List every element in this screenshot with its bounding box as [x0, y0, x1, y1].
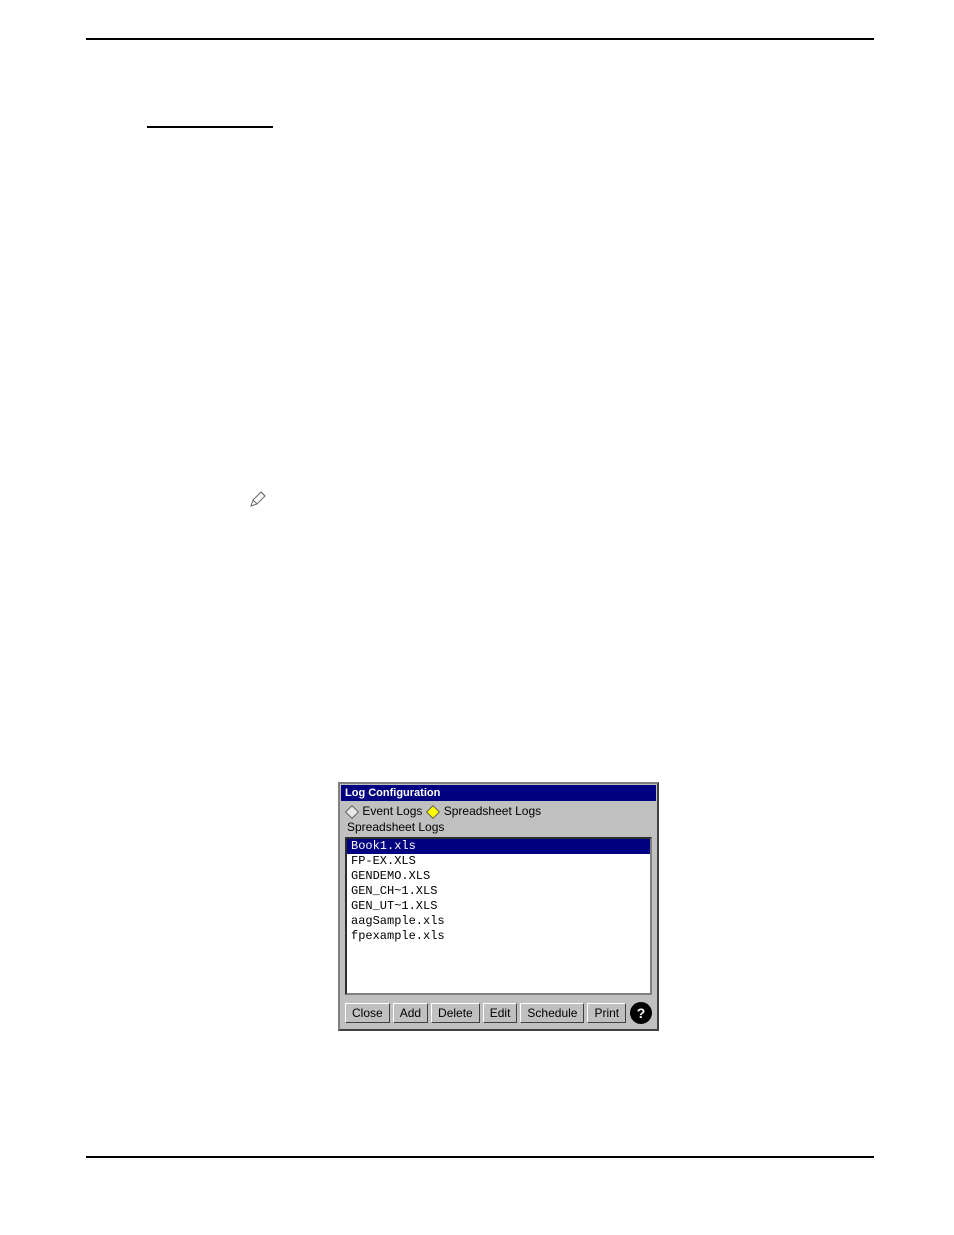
log-configuration-dialog: Log Configuration Event Logs Spreadsheet…	[338, 782, 659, 1031]
list-item[interactable]: GEN_UT~1.XLS	[347, 899, 650, 914]
delete-button[interactable]: Delete	[431, 1003, 480, 1023]
heading-underline	[147, 126, 273, 128]
help-button[interactable]: ?	[630, 1002, 652, 1024]
bottom-rule	[86, 1156, 874, 1158]
tab-event-logs-label: Event Logs	[362, 804, 422, 818]
page-content	[86, 38, 874, 40]
list-item[interactable]: fpexample.xls	[347, 929, 650, 944]
list-item[interactable]: GEN_CH~1.XLS	[347, 884, 650, 899]
help-icon: ?	[637, 1003, 646, 1023]
edit-button[interactable]: Edit	[483, 1003, 518, 1023]
dialog-titlebar: Log Configuration	[341, 785, 656, 801]
list-item[interactable]: GENDEMO.XLS	[347, 869, 650, 884]
list-item[interactable]: FP-EX.XLS	[347, 854, 650, 869]
schedule-button[interactable]: Schedule	[520, 1003, 584, 1023]
tab-row: Event Logs Spreadsheet Logs	[341, 801, 656, 820]
spreadsheet-logs-listbox[interactable]: Book1.xls FP-EX.XLS GENDEMO.XLS GEN_CH~1…	[345, 837, 652, 995]
add-button[interactable]: Add	[393, 1003, 428, 1023]
list-subtitle: Spreadsheet Logs	[341, 820, 656, 837]
tab-spreadsheet-logs-label: Spreadsheet Logs	[444, 804, 541, 818]
dialog-title: Log Configuration	[345, 787, 440, 799]
close-button[interactable]: Close	[345, 1003, 390, 1023]
button-row: Close Add Delete Edit Schedule Print ?	[341, 999, 656, 1028]
pencil-icon	[249, 490, 267, 508]
list-item[interactable]: aagSample.xls	[347, 914, 650, 929]
tab-spreadsheet-logs[interactable]: Spreadsheet Logs	[428, 804, 541, 818]
list-item[interactable]: Book1.xls	[347, 839, 650, 854]
print-button[interactable]: Print	[587, 1003, 626, 1023]
diamond-icon	[345, 805, 359, 819]
diamond-icon	[426, 805, 440, 819]
top-rule	[86, 38, 874, 40]
tab-event-logs[interactable]: Event Logs	[347, 804, 422, 818]
